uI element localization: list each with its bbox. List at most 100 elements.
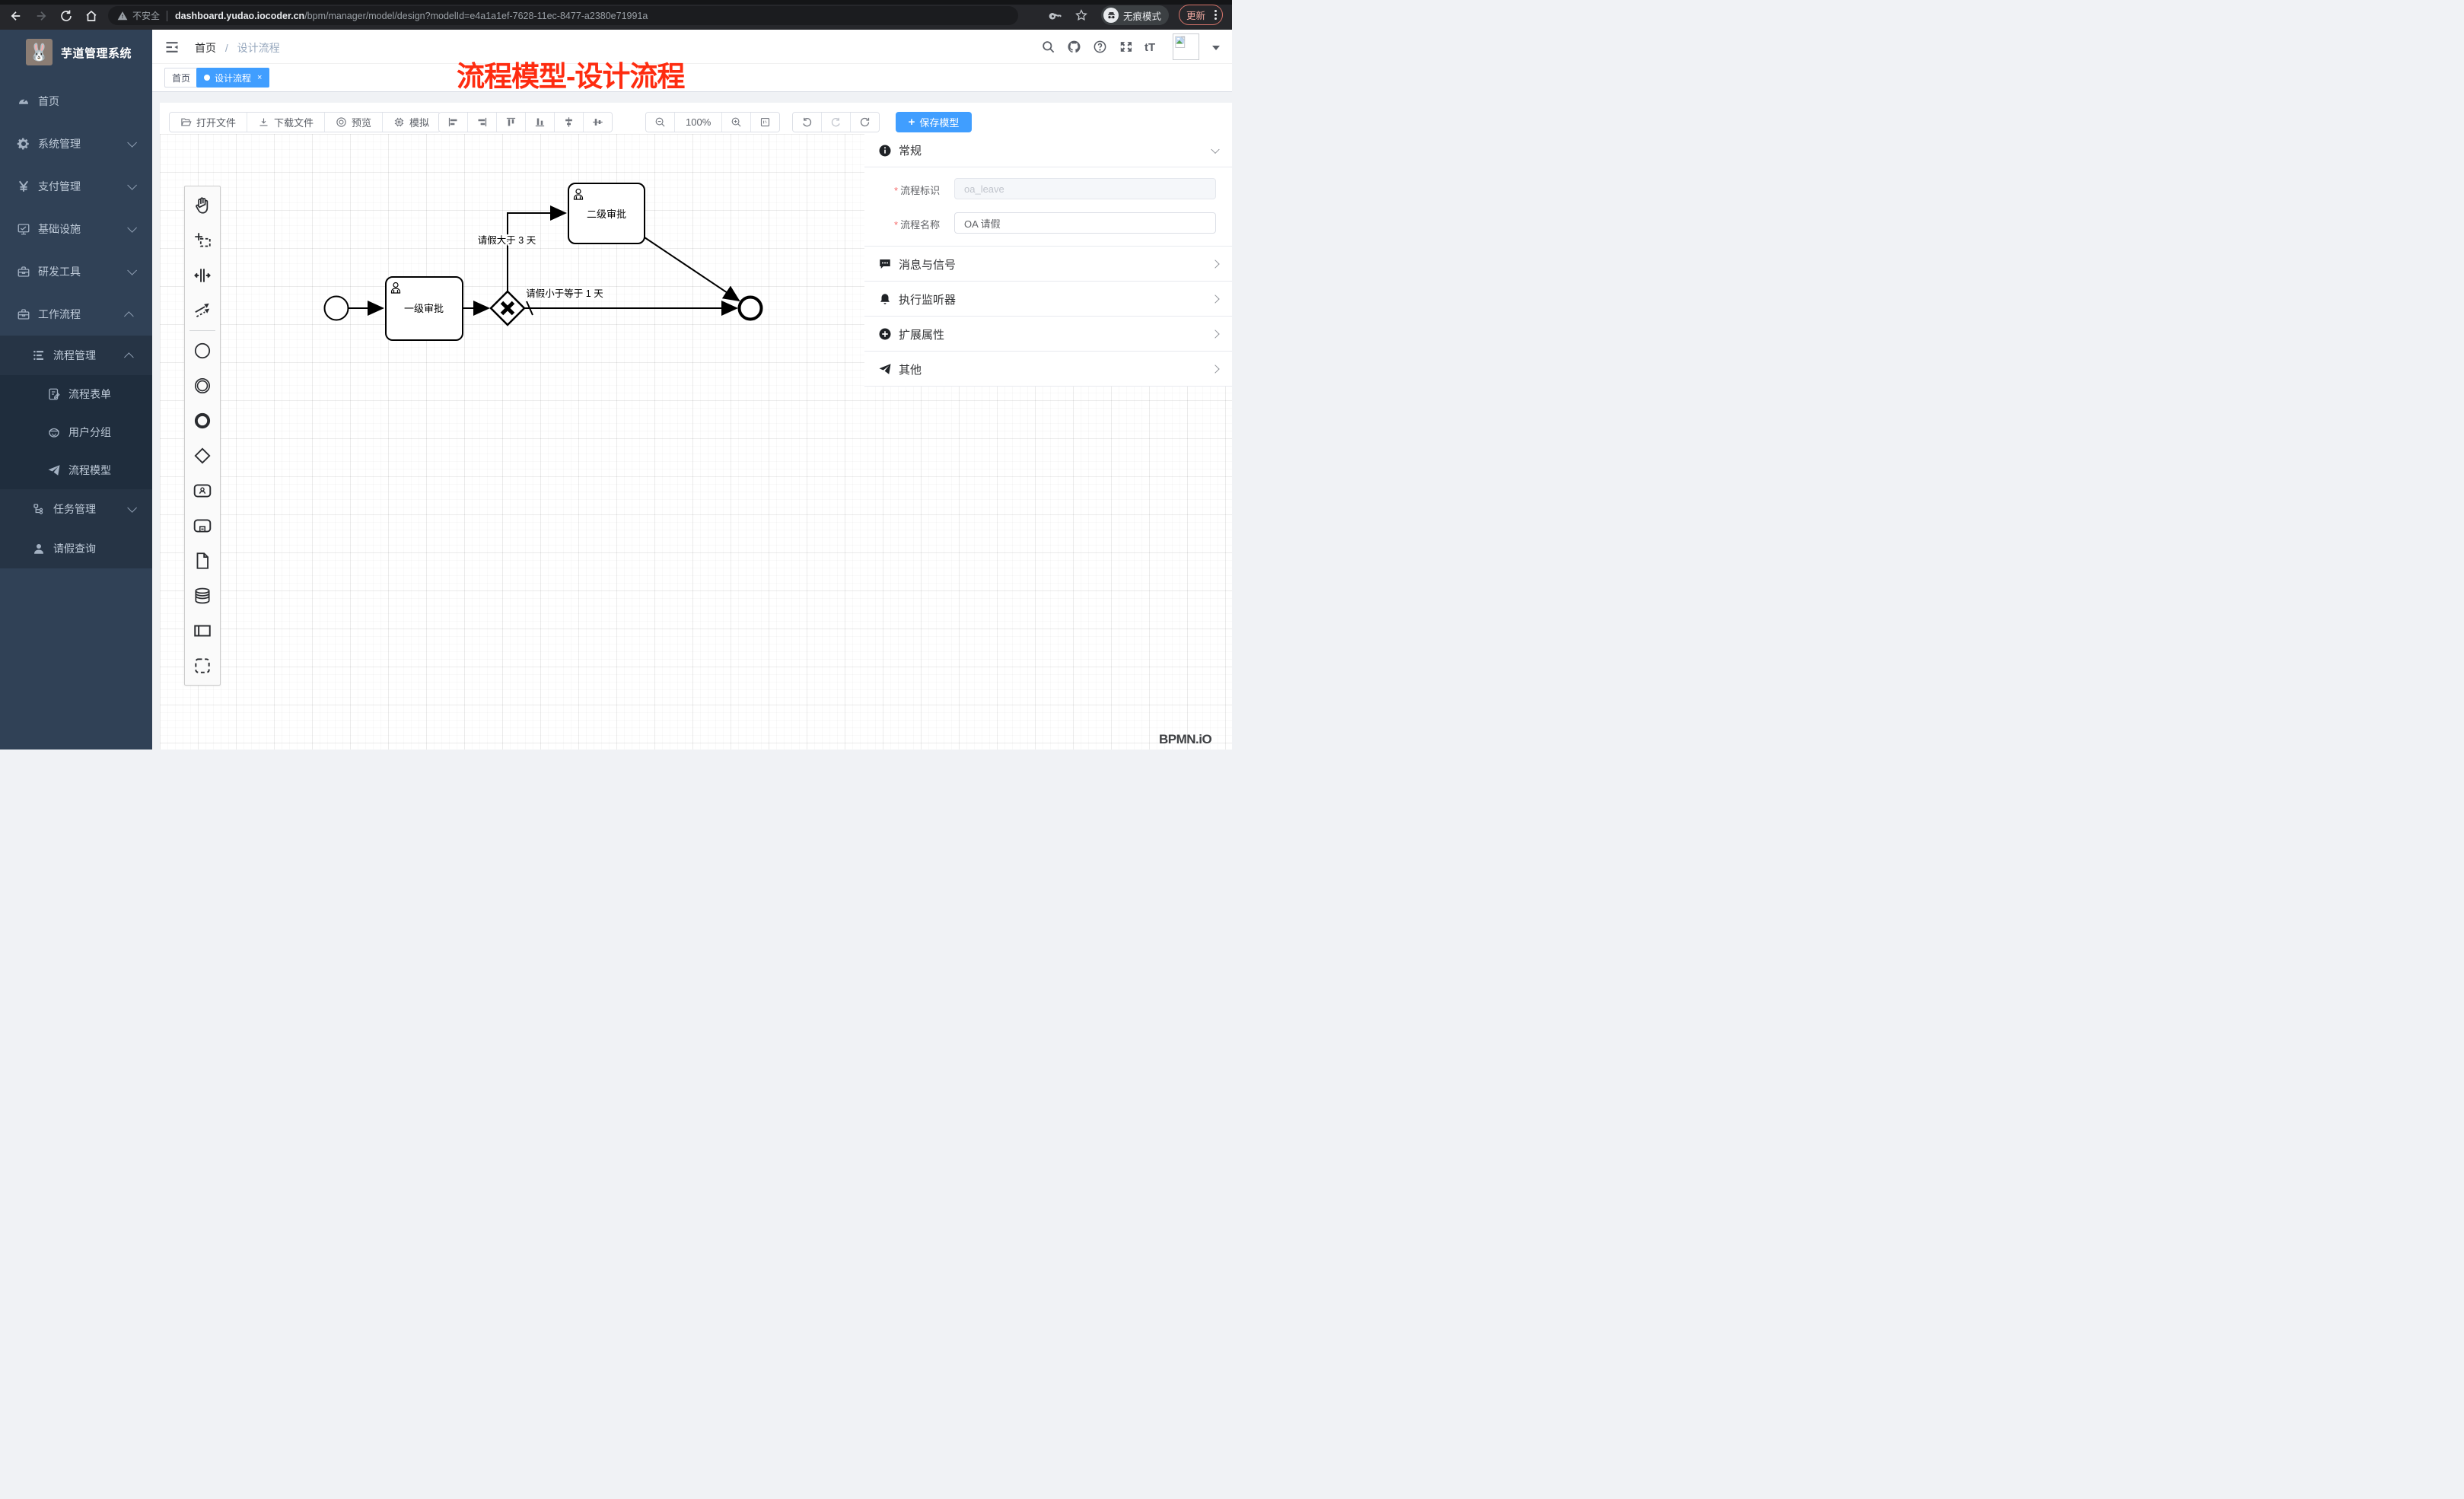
download-file-button[interactable]: 下载文件 xyxy=(247,113,325,132)
help-icon[interactable] xyxy=(1093,40,1108,55)
chevron-down-icon xyxy=(127,503,137,513)
sidebar-item-infra[interactable]: 基础设施 xyxy=(0,208,152,250)
broken-image-icon xyxy=(1175,36,1188,50)
section-title: 消息与信号 xyxy=(899,256,956,272)
avatar-caret-icon[interactable] xyxy=(1212,46,1220,50)
chevron-right-icon xyxy=(1211,294,1219,303)
redo-button[interactable] xyxy=(822,113,851,132)
sidebar-item-home[interactable]: 首页 xyxy=(0,80,152,123)
section-other[interactable]: 其他 xyxy=(864,352,1232,387)
dashboard-icon xyxy=(17,94,30,108)
section-ext-props[interactable]: 扩展属性 xyxy=(864,317,1232,352)
sidebar-item-workflow[interactable]: 工作流程 xyxy=(0,293,152,336)
breadcrumb: 首页 / 设计流程 xyxy=(195,40,280,56)
zoom-in-icon xyxy=(731,116,742,128)
github-icon[interactable] xyxy=(1067,40,1082,55)
bookmark-star-icon[interactable] xyxy=(1074,8,1088,26)
align-left-icon xyxy=(447,116,459,128)
flow-gateway-to-task2[interactable] xyxy=(508,213,565,292)
close-icon[interactable]: × xyxy=(257,73,262,82)
start-event[interactable] xyxy=(325,297,349,320)
browser-tabstrip xyxy=(0,0,1232,5)
sidebar-item-system[interactable]: 系统管理 xyxy=(0,123,152,165)
download-icon xyxy=(258,116,269,128)
section-listeners[interactable]: 执行监听器 xyxy=(864,282,1232,317)
section-title: 其他 xyxy=(899,361,922,377)
fit-viewport-button[interactable] xyxy=(751,113,779,132)
sidebar-item-devtools[interactable]: 研发工具 xyxy=(0,250,152,293)
not-secure-icon xyxy=(117,11,128,21)
sidebar: 🐰 芋道管理系统 首页 系统管理 支付管理 基础设施 xyxy=(0,30,152,750)
zoom-in-button[interactable] xyxy=(722,113,751,132)
sidebar-item-process-form[interactable]: 流程表单 xyxy=(0,375,152,413)
bpmn-io-watermark[interactable]: BPMN.iO xyxy=(1159,732,1211,750)
app-header: 首页 / 设计流程 tT xyxy=(152,30,1232,64)
reload-icon[interactable] xyxy=(59,9,75,24)
app-logo-row[interactable]: 🐰 芋道管理系统 xyxy=(0,34,152,72)
incognito-icon xyxy=(1103,8,1119,23)
sidebar-item-label: 请假查询 xyxy=(53,541,96,556)
zoom-level[interactable]: 100% xyxy=(675,113,722,132)
sidebar-item-process-model[interactable]: 流程模型 xyxy=(0,451,152,489)
user-task-level2[interactable]: 二级审批 xyxy=(568,183,645,243)
browser-menu-icon[interactable] xyxy=(1214,10,1217,20)
avatar[interactable] xyxy=(1173,33,1199,60)
sidebar-item-label: 基础设施 xyxy=(38,221,81,237)
align-right-button[interactable] xyxy=(468,113,497,132)
restart-button[interactable] xyxy=(851,113,879,132)
exclusive-gateway[interactable] xyxy=(491,291,524,325)
tab-design-process[interactable]: 设计流程 × xyxy=(196,68,269,88)
sidebar-item-task-mgmt[interactable]: 任务管理 xyxy=(0,489,152,529)
open-file-button[interactable]: 打开文件 xyxy=(170,113,247,132)
sidebar-item-process-mgmt[interactable]: 流程管理 xyxy=(0,336,152,375)
preview-button[interactable]: 预览 xyxy=(325,113,383,132)
process-name-input[interactable] xyxy=(954,212,1216,234)
flow-task2-to-end[interactable] xyxy=(645,237,739,301)
home-icon[interactable] xyxy=(84,9,100,24)
simulate-button[interactable]: 模拟 xyxy=(383,113,440,132)
align-middle-button[interactable] xyxy=(584,113,612,132)
font-size-icon[interactable]: tT xyxy=(1144,41,1160,56)
condition-label-gt[interactable]: 请假大于 3 天 xyxy=(478,235,536,246)
end-event[interactable] xyxy=(740,298,762,320)
tab-label: 设计流程 xyxy=(215,72,251,84)
condition-label-le[interactable]: 请假小于等于 1 天 xyxy=(526,288,603,299)
task-label: 二级审批 xyxy=(587,208,626,220)
align-center-button[interactable] xyxy=(555,113,584,132)
fit-viewport-icon xyxy=(759,116,771,128)
fullscreen-icon[interactable] xyxy=(1119,40,1134,55)
section-general[interactable]: 常规 xyxy=(864,134,1232,167)
sidebar-item-leave-query[interactable]: 请假查询 xyxy=(0,529,152,568)
url-bar[interactable]: 不安全 dashboard.yudao.iocoder.cn/bpm/manag… xyxy=(108,6,1018,25)
zoom-out-button[interactable] xyxy=(646,113,675,132)
field-label: *流程名称 xyxy=(894,217,940,231)
undo-button[interactable] xyxy=(793,113,822,132)
toolbox-icon xyxy=(17,265,30,278)
robot-face-icon xyxy=(47,425,61,439)
key-icon[interactable] xyxy=(1049,8,1062,25)
chevron-down-icon xyxy=(127,138,137,148)
sidebar-collapse-icon[interactable] xyxy=(164,40,180,53)
sidebar-item-label: 首页 xyxy=(38,94,59,109)
breadcrumb-home[interactable]: 首页 xyxy=(195,42,216,54)
process-key-input[interactable] xyxy=(954,178,1216,199)
message-icon xyxy=(878,257,892,271)
section-messages[interactable]: 消息与信号 xyxy=(864,247,1232,282)
url-path: /bpm/manager/model/design?modelId=e4a1a1… xyxy=(304,11,648,21)
chevron-down-icon xyxy=(1211,145,1219,153)
chevron-up-icon xyxy=(124,352,134,362)
search-icon[interactable] xyxy=(1041,40,1056,55)
browser-update-button[interactable]: 更新 xyxy=(1179,5,1223,25)
forward-icon[interactable] xyxy=(34,9,49,24)
align-top-button[interactable] xyxy=(497,113,526,132)
sidebar-item-user-group[interactable]: 用户分组 xyxy=(0,413,152,451)
align-bottom-button[interactable] xyxy=(526,113,555,132)
history-toolbar-group xyxy=(792,112,880,132)
save-model-button[interactable]: + 保存模型 xyxy=(896,112,972,132)
align-left-button[interactable] xyxy=(439,113,468,132)
tab-home[interactable]: 首页 xyxy=(164,68,198,88)
back-icon[interactable] xyxy=(9,9,24,24)
user-task-level1[interactable]: 一级审批 xyxy=(386,277,463,340)
sidebar-item-payment[interactable]: 支付管理 xyxy=(0,165,152,208)
sidebar-menu: 首页 系统管理 支付管理 基础设施 研发工具 xyxy=(0,80,152,568)
